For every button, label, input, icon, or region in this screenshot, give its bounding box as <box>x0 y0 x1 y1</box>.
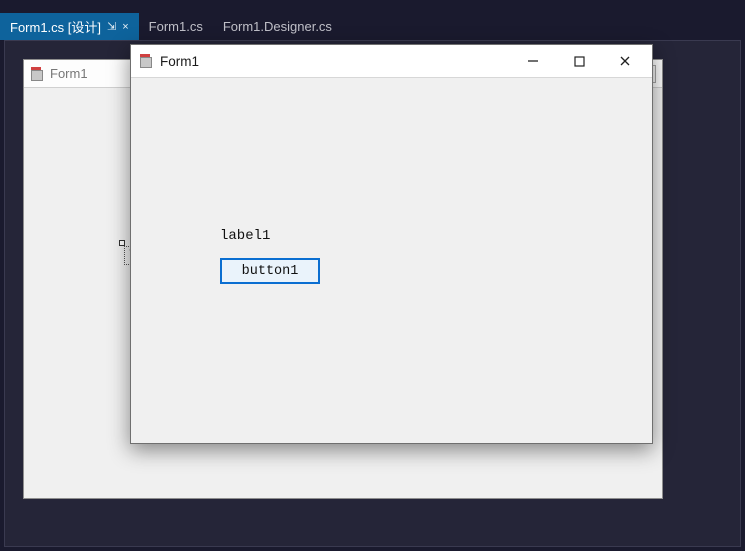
button1[interactable]: button1 <box>220 258 320 284</box>
tab-form1-design[interactable]: Form1.cs [设计] ⇲ × <box>0 13 139 40</box>
minimize-button[interactable] <box>510 46 556 76</box>
label1: label1 <box>220 228 270 244</box>
designer-surface: Form1 — ▭ ✕ lab Form1 <box>4 40 741 547</box>
tab-form1-designer-cs[interactable]: Form1.Designer.cs <box>213 13 342 40</box>
tab-label: Form1.Designer.cs <box>223 19 332 34</box>
tab-form1-cs[interactable]: Form1.cs <box>139 13 213 40</box>
tab-label: Form1.cs <box>149 19 203 34</box>
minimize-icon <box>527 55 539 67</box>
tab-label: Form1.cs [设计] <box>10 17 101 36</box>
maximize-icon <box>574 56 585 67</box>
running-window-controls <box>510 46 648 76</box>
maximize-button[interactable] <box>556 46 602 76</box>
form-icon <box>139 54 153 68</box>
running-form-titlebar[interactable]: Form1 <box>131 45 652 77</box>
tab-strip-spacer <box>342 13 745 40</box>
running-form-client: label1 button1 <box>131 77 652 443</box>
pin-icon[interactable]: ⇲ <box>107 20 116 33</box>
running-form-window[interactable]: Form1 label1 button1 <box>130 44 653 444</box>
window-top-border <box>0 0 745 13</box>
document-tab-strip: Form1.cs [设计] ⇲ × Form1.cs Form1.Designe… <box>0 13 745 40</box>
close-icon <box>619 55 631 67</box>
close-icon[interactable]: × <box>122 21 128 33</box>
button1-label: button1 <box>242 264 299 279</box>
close-button[interactable] <box>602 46 648 76</box>
designer-form-title: Form1 <box>50 66 88 81</box>
running-form-title: Form1 <box>160 54 199 69</box>
form-icon <box>30 67 44 81</box>
